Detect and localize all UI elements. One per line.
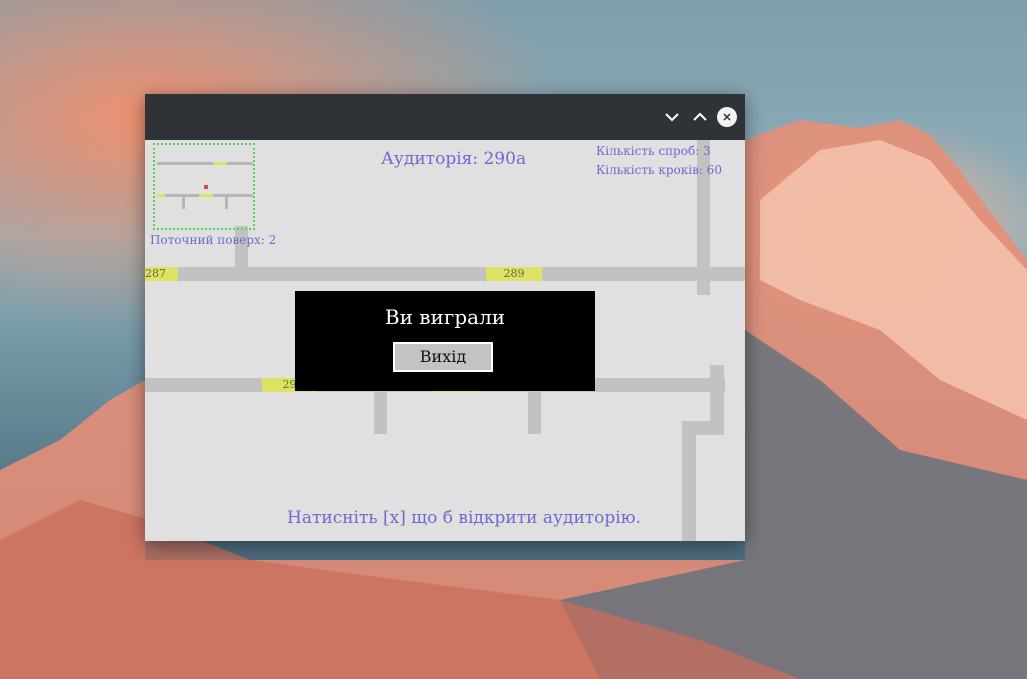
door-287[interactable]: 287 — [145, 267, 178, 281]
steps-counter: Кількість кроків: 60 — [596, 163, 722, 177]
close-button[interactable] — [717, 107, 737, 127]
door-number: 289 — [503, 267, 525, 280]
minimize-button[interactable] — [661, 106, 683, 128]
attempts-counter: Кількість спроб: 3 — [596, 144, 711, 158]
win-dialog-title: Ви виграли — [384, 305, 506, 329]
window-titlebar[interactable] — [145, 94, 745, 140]
close-icon — [723, 113, 731, 121]
corridor-wall — [528, 392, 541, 434]
maximize-button[interactable] — [689, 106, 711, 128]
minimap-player-marker — [204, 185, 208, 189]
game-canvas[interactable]: 287 289 29 Аудиторія: 290а Кількість спр… — [145, 140, 745, 541]
door-number: 287 — [145, 267, 166, 280]
door-289[interactable]: 289 — [486, 267, 542, 281]
current-floor-label: Поточний поверх: 2 — [150, 233, 277, 247]
chevron-down-icon — [665, 113, 679, 122]
win-dialog: Ви виграли Вихід — [295, 291, 595, 391]
minimap-wall — [157, 162, 253, 165]
chevron-up-icon — [693, 112, 707, 121]
game-window: 287 289 29 Аудиторія: 290а Кількість спр… — [145, 94, 745, 541]
current-room-label: Аудиторія: 290а — [381, 149, 527, 169]
minimap-door — [199, 194, 213, 197]
open-room-hint: Натисніть [x] що б відкрити аудиторію. — [287, 508, 641, 528]
corridor-wall — [682, 421, 696, 541]
minimap-wall — [225, 197, 228, 209]
minimap-door — [213, 162, 227, 165]
minimap-door — [157, 194, 165, 197]
exit-button[interactable]: Вихід — [393, 342, 493, 372]
minimap — [153, 143, 255, 230]
corridor-wall — [374, 392, 387, 434]
minimap-wall — [182, 197, 185, 209]
corridor-wall — [145, 267, 745, 281]
